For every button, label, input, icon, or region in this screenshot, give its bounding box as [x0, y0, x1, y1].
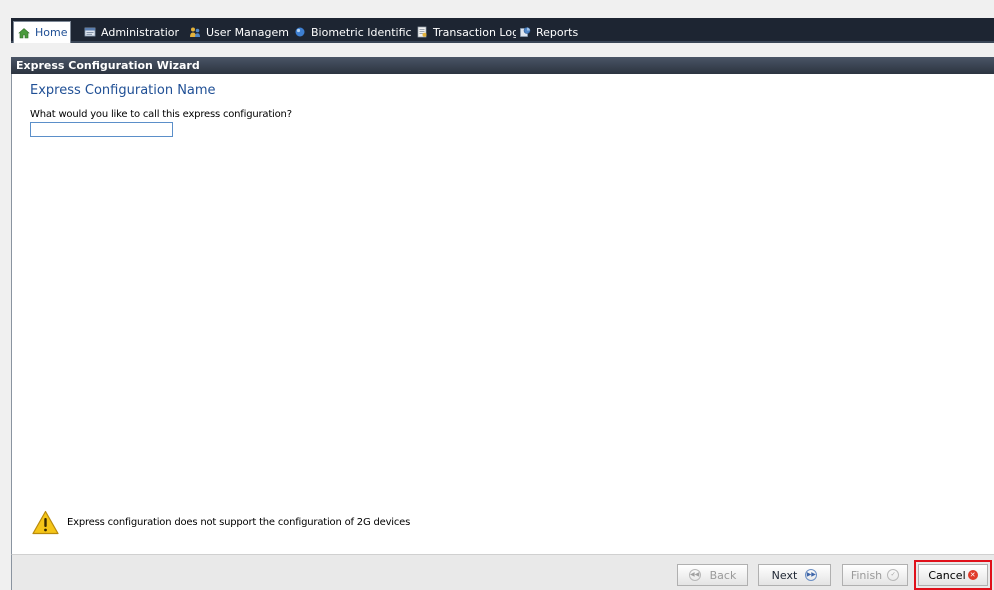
tab-home[interactable]: Home [13, 21, 71, 43]
home-icon [18, 27, 30, 39]
wizard-panel-body: Express Configuration Name What would yo… [11, 74, 994, 554]
configuration-name-input[interactable] [30, 122, 173, 137]
cancel-button-label: Cancel [928, 568, 966, 582]
back-button[interactable]: ◀◀ Back [677, 564, 748, 586]
finish-button-label: Finish [850, 568, 883, 582]
tab-label: Administratior [101, 25, 180, 39]
tab-transaction-log[interactable]: Transaction Log [416, 21, 516, 43]
admin-icon [84, 26, 96, 38]
next-button-label: Next [771, 568, 798, 582]
back-arrow-icon: ◀◀ [688, 569, 701, 581]
users-icon [189, 26, 201, 38]
configuration-name-label: What would you like to call this express… [30, 109, 292, 120]
top-strip [0, 0, 994, 18]
cancel-button[interactable]: Cancel ✕ [918, 564, 988, 586]
wizard-panel-header: Express Configuration Wizard [11, 57, 994, 74]
warning-icon [32, 510, 59, 535]
biometric-icon [294, 26, 306, 38]
reports-icon [519, 26, 531, 38]
next-arrow-icon: ▶▶ [805, 569, 818, 581]
tab-label: Reports [536, 25, 579, 39]
cancel-x-icon: ✕ [967, 570, 978, 580]
finish-check-icon: ✓ [887, 569, 900, 581]
wizard-footer: ◀◀ Back Next ▶▶ Finish ✓ Cancel ✕ [11, 554, 994, 590]
warning-message: Express configuration does not support t… [32, 508, 410, 536]
next-button[interactable]: Next ▶▶ [758, 564, 831, 586]
transaction-log-icon [416, 26, 428, 38]
step-title: Express Configuration Name [30, 83, 216, 98]
tab-administration[interactable]: Administratior [84, 21, 184, 43]
back-button-label: Back [709, 568, 737, 582]
tab-biometric-identification[interactable]: Biometric Identificatic [294, 21, 412, 43]
page: Home Administratior User Managem Biometr… [0, 0, 994, 590]
main-tab-bar: Home Administratior User Managem Biometr… [11, 18, 994, 43]
tab-user-management[interactable]: User Managemen [189, 21, 289, 43]
tab-reports[interactable]: Reports [519, 21, 589, 43]
finish-button[interactable]: Finish ✓ [842, 564, 908, 586]
warning-text: Express configuration does not support t… [67, 516, 411, 528]
tab-label: Home [35, 26, 68, 39]
tab-label: User Managemen [206, 25, 289, 39]
tab-label: Transaction Log [433, 25, 516, 39]
tab-label: Biometric Identificatic [311, 25, 412, 39]
